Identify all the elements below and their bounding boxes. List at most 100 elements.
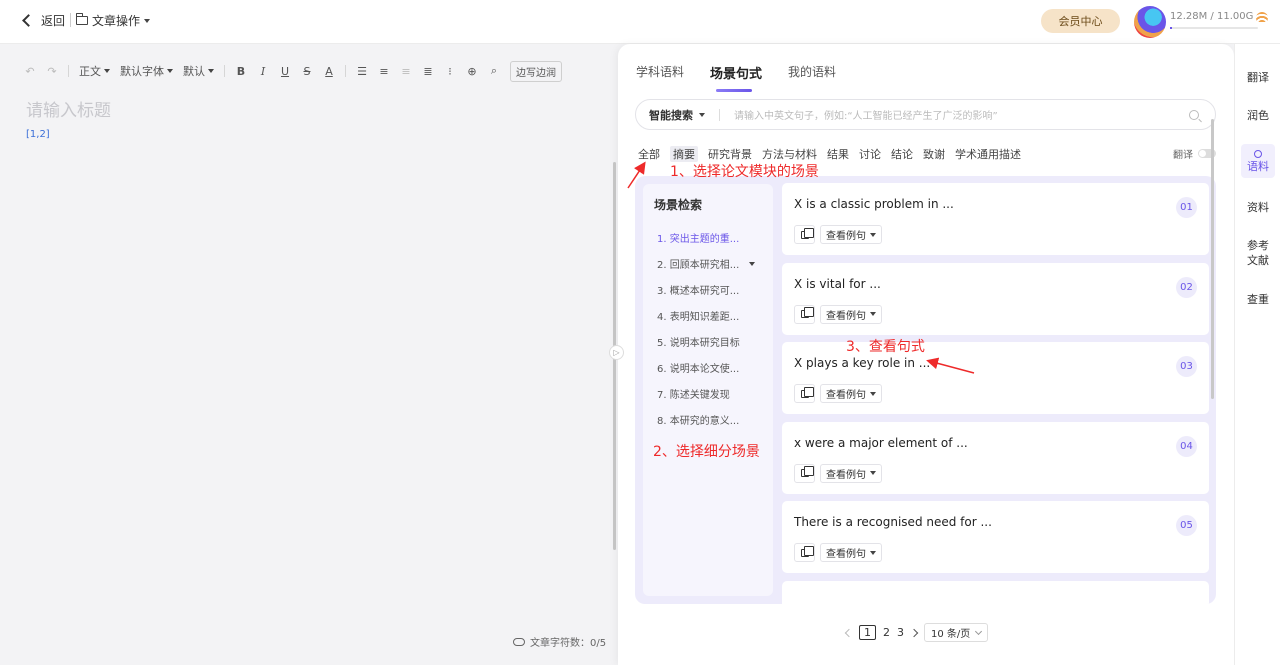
font-size-label: 默认 [183,65,205,78]
category-tab[interactable]: 摘要 [670,146,698,162]
category-tab[interactable]: 全部 [638,146,660,162]
copy-button[interactable] [794,463,815,483]
ordered-list-icon[interactable]: ⁝ [444,65,456,78]
copy-button[interactable] [794,384,815,403]
search-input[interactable]: 请输入中英文句子，例如:“人工智能已经产生了广泛的影响” [734,107,1189,122]
rail-item[interactable]: 语料 [1241,144,1275,178]
view-examples-button[interactable]: 查看例句 [820,463,882,483]
scene-item[interactable]: 7. 陈述关键发现 [657,386,767,401]
scene-item[interactable]: 3. 概述本研究可... [657,282,767,297]
translate-toggle[interactable]: 翻译 [1173,146,1216,161]
rail-item[interactable]: 查重 [1241,292,1275,307]
rail-item[interactable]: 润色 [1241,108,1275,123]
rail-item[interactable]: 参考 文献 [1241,238,1275,268]
category-tab[interactable]: 致谢 [923,146,945,162]
bold-icon[interactable]: B [235,65,247,78]
sentence-card[interactable]: X is a classic problem in ... 01 查看例句 [782,183,1209,255]
category-tab[interactable]: 方法与材料 [762,146,817,162]
view-examples-label: 查看例句 [826,549,866,560]
sentence-text: There is a recognised need for ... [794,515,992,529]
search-icon[interactable] [1189,109,1199,120]
caret-down-icon [104,69,110,73]
underline-icon[interactable]: U [279,65,291,78]
search-mode-select[interactable]: 智能搜索 [636,107,705,123]
collapse-panel-button[interactable]: ▷ [609,345,624,360]
category-tab[interactable]: 学术通用描述 [955,146,1021,162]
storage-text: 12.28M / 11.00G [1170,11,1254,22]
sentence-card[interactable]: X is vital for ... 02 查看例句 [782,262,1209,335]
document-menu[interactable]: 文章操作 [75,12,151,29]
undo-icon[interactable]: ↶ [24,65,36,78]
sentence-text: X is a classic problem in ... [794,197,954,211]
rail-item[interactable]: 资料 [1241,200,1275,215]
page-number[interactable]: 2 [883,626,890,639]
view-examples-button[interactable]: 查看例句 [820,543,882,562]
copy-button[interactable] [794,543,815,562]
folder-icon [75,13,88,25]
scene-item[interactable]: 1. 突出主题的重... [657,230,767,245]
rail-item-label: 润色 [1247,109,1269,122]
page-size-select[interactable]: 10 条/页 [924,623,989,642]
write-and-polish-button[interactable]: 边写边润 [510,60,562,82]
scene-item[interactable]: 8. 本研究的意义... [657,412,767,427]
search-bar: 智能搜索 请输入中英文句子，例如:“人工智能已经产生了广泛的影响” [635,99,1216,130]
page-number[interactable]: 3 [897,626,904,639]
document-menu-label: 文章操作 [92,14,141,28]
tab-scene-sentences[interactable]: 场景句式 [710,63,762,92]
toolbar-divider [345,65,346,77]
sentence-list-scrollbar[interactable] [1211,119,1214,399]
annotation-step1: 1、选择论文模块的场景 [670,164,819,180]
tab-subject-corpus[interactable]: 学科语料 [636,63,684,82]
font-size-select[interactable]: 默认 [183,63,214,79]
category-tab[interactable]: 讨论 [859,146,881,162]
scene-item[interactable]: 5. 说明本研究目标 [657,334,767,349]
paragraph-style-select[interactable]: 正文 [79,63,110,79]
view-examples-button[interactable]: 查看例句 [820,225,882,244]
tab-my-corpus[interactable]: 我的语料 [788,63,836,82]
view-examples-button[interactable]: 查看例句 [820,304,882,324]
align-icon[interactable]: ≣ [422,65,434,78]
caret-down-icon [870,312,876,316]
annotation-step2: 2、选择细分场景 [653,444,760,460]
copy-button[interactable] [794,304,815,324]
title-input[interactable]: 请输入标题 [26,96,111,121]
font-color-icon[interactable]: A [323,65,335,78]
scene-item[interactable]: 6. 说明本论文使... [657,360,767,375]
font-family-select[interactable]: 默认字体 [120,63,173,79]
member-center-button[interactable]: 会员中心 [1041,9,1120,33]
view-examples-button[interactable]: 查看例句 [820,384,882,403]
sentence-list: X is a classic problem in ... 01 查看例句 X is … [782,183,1209,604]
prev-page-icon[interactable] [844,628,854,637]
scene-item[interactable]: 4. 表明知识差距... [657,308,767,323]
paragraph-style-label: 正文 [79,65,101,78]
redo-icon[interactable]: ↷ [46,65,58,78]
insert-icon[interactable]: ⊕ [466,65,478,78]
sentence-card[interactable]: There is a recognised need for ... 05 查看例句 [782,501,1209,573]
sentence-card[interactable]: x were a major element of ... 04 查看例句 [782,421,1209,494]
rail-item[interactable]: 翻译 [1241,70,1275,85]
citation-marker[interactable]: [1,2] [26,129,50,140]
sentence-number-badge: 02 [1176,276,1197,298]
top-bar: 返回 文章操作 会员中心 12.28M / 11.00G [0,0,1280,44]
sentence-text: x were a major element of ... [794,435,968,450]
italic-icon[interactable]: I [257,65,269,78]
find-icon[interactable]: ⌕ [488,64,500,77]
next-page-icon[interactable] [909,628,919,637]
page-number[interactable]: 1 [859,625,876,640]
avatar[interactable] [1134,6,1166,38]
outdent-icon[interactable]: ≡ [400,65,412,78]
caret-down-icon [870,232,876,237]
line-height-icon[interactable]: ☰ [356,65,368,78]
category-tab[interactable]: 结果 [827,146,849,162]
copy-button[interactable] [794,225,815,244]
category-tab[interactable]: 结论 [891,146,913,162]
scene-item[interactable]: 2. 回顾本研究相... [657,256,767,271]
indent-icon[interactable]: ≡ [378,65,390,78]
rail-item-label: 语料 [1247,160,1269,173]
strikethrough-icon[interactable]: S [301,65,313,78]
sentence-number-badge: 01 [1176,197,1197,218]
back-button[interactable]: 返回 [22,12,65,29]
scene-item-label: 7. 陈述关键发现 [657,390,730,401]
sentence-card[interactable] [782,580,1209,604]
category-tab[interactable]: 研究背景 [708,146,752,162]
